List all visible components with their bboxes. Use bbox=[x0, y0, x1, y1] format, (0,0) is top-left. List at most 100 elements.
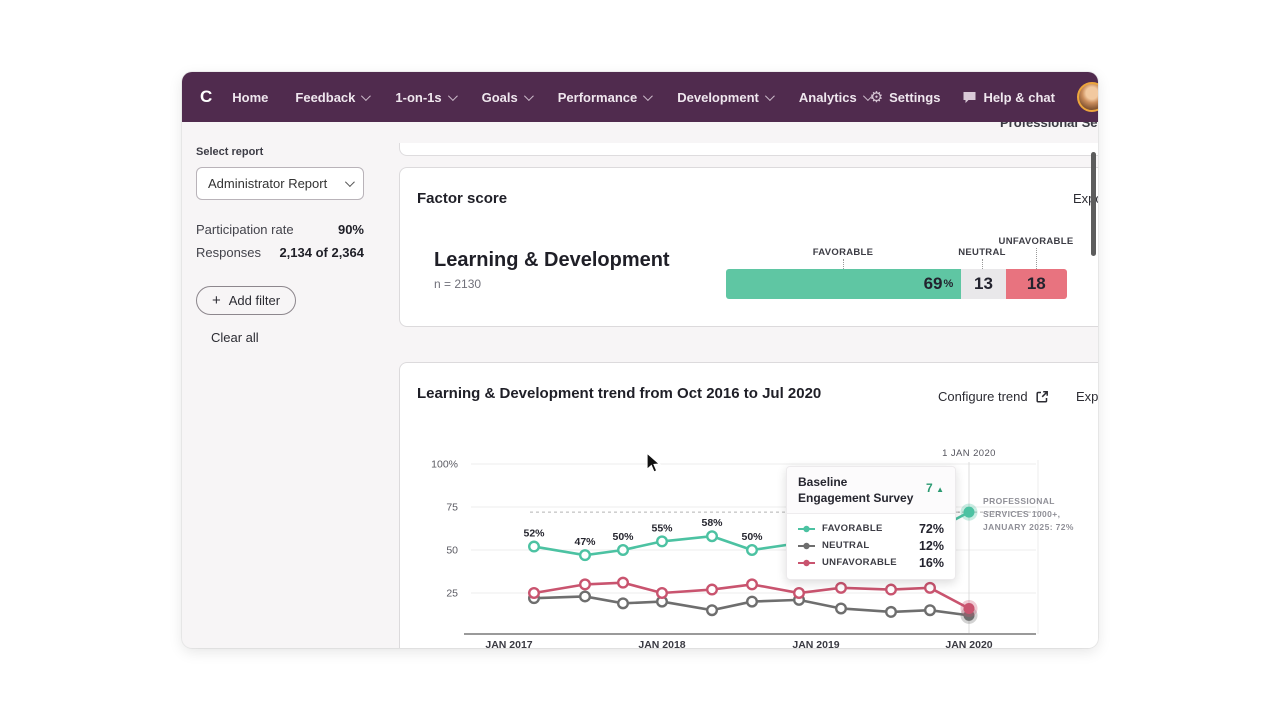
favorable-connector-line bbox=[843, 259, 844, 269]
chevron-down-icon bbox=[345, 177, 355, 187]
series-marker-icon bbox=[798, 525, 815, 533]
tooltip-row-neutral: NEUTRAL12% bbox=[798, 537, 944, 554]
mouse-cursor-icon bbox=[646, 452, 662, 474]
report-sidebar: Select report Administrator Report Parti… bbox=[182, 122, 398, 648]
nav-item-label: Performance bbox=[558, 90, 637, 105]
plus-icon: + bbox=[212, 293, 221, 308]
tooltip-rows: FAVORABLE72%NEUTRAL12%UNFAVORABLE16% bbox=[787, 514, 955, 579]
neutral-connector-line bbox=[982, 259, 983, 269]
chevron-down-icon bbox=[643, 91, 653, 101]
add-filter-button[interactable]: + Add filter bbox=[196, 286, 296, 315]
settings-label: Settings bbox=[889, 90, 940, 105]
svg-text:JAN 2018: JAN 2018 bbox=[638, 639, 685, 648]
nav-item-label: Goals bbox=[482, 90, 518, 105]
nav-item-goals[interactable]: Goals bbox=[482, 90, 531, 105]
favorable-percent-sign: % bbox=[944, 278, 954, 290]
neutral-segment-label: NEUTRAL bbox=[958, 247, 1006, 258]
chevron-down-icon bbox=[524, 91, 534, 101]
participation-rate-row: Participation rate 90% bbox=[196, 222, 364, 237]
favorable-value: 69 bbox=[924, 274, 943, 294]
svg-text:25: 25 bbox=[446, 588, 458, 600]
scrolled-card-edge bbox=[399, 143, 1098, 156]
select-report-label: Select report bbox=[196, 146, 384, 158]
neutral-value: 13 bbox=[974, 274, 993, 294]
tooltip-header: Baseline Engagement Survey 7 ▲ bbox=[787, 467, 955, 514]
tooltip-series-value: 12% bbox=[919, 539, 944, 553]
favorable-segment-label: FAVORABLE bbox=[813, 247, 874, 258]
trend-chart[interactable]: 100%7550251 JAN 2020JAN 2017JAN 2018JAN … bbox=[430, 446, 1090, 648]
svg-text:75: 75 bbox=[446, 502, 458, 514]
unfavorable-bar-segment[interactable]: 18 bbox=[1006, 269, 1067, 299]
add-filter-label: Add filter bbox=[229, 293, 280, 308]
nav-item-analytics[interactable]: Analytics bbox=[799, 90, 870, 105]
top-navbar: C Home Feedback 1-on-1s Goals Performance Dev… bbox=[182, 72, 1098, 122]
help-chat-menu-item[interactable]: Help & chat bbox=[962, 90, 1055, 105]
nav-item-label: Development bbox=[677, 90, 759, 105]
report-stats: Participation rate 90% Responses 2,134 o… bbox=[196, 222, 384, 260]
chevron-down-icon bbox=[361, 91, 371, 101]
content-area: Select report Administrator Report Parti… bbox=[182, 122, 1098, 648]
tooltip-title: Baseline Engagement Survey bbox=[798, 475, 916, 506]
unfavorable-segment-label: UNFAVORABLE bbox=[999, 236, 1074, 247]
tooltip-series-label: UNFAVORABLE bbox=[822, 557, 919, 568]
tooltip-series-label: NEUTRAL bbox=[822, 540, 919, 551]
nav-item-label: Feedback bbox=[295, 90, 355, 105]
nav-item-label: Home bbox=[232, 90, 268, 105]
clear-all-link[interactable]: Clear all bbox=[211, 330, 259, 345]
factor-score-bar: 69% 13 18 bbox=[726, 269, 1067, 299]
svg-text:JAN 2017: JAN 2017 bbox=[485, 639, 532, 648]
neutral-bar-segment[interactable]: 13 bbox=[961, 269, 1005, 299]
factor-card-title: Factor score bbox=[417, 190, 507, 207]
svg-text:50: 50 bbox=[446, 545, 458, 557]
chevron-down-icon bbox=[765, 91, 775, 101]
factor-score-card: Factor score Export Learning & Developme… bbox=[399, 167, 1098, 327]
trend-card-title: Learning & Development trend from Oct 20… bbox=[417, 385, 821, 402]
svg-text:58%: 58% bbox=[701, 517, 723, 529]
tooltip-row-favorable: FAVORABLE72% bbox=[798, 520, 944, 537]
configure-trend-label: Configure trend bbox=[938, 389, 1028, 404]
chart-tooltip: Baseline Engagement Survey 7 ▲ FAVORABLE… bbox=[786, 466, 956, 580]
nav-item-performance[interactable]: Performance bbox=[558, 90, 650, 105]
series-marker-icon bbox=[798, 559, 815, 567]
participation-rate-label: Participation rate bbox=[196, 222, 294, 237]
nav-item-home[interactable]: Home bbox=[232, 90, 268, 105]
chat-bubble-icon bbox=[962, 91, 977, 104]
settings-menu-item[interactable]: ⚙ Settings bbox=[870, 90, 941, 105]
configure-trend-link[interactable]: Configure trend bbox=[938, 389, 1049, 404]
user-avatar[interactable] bbox=[1077, 82, 1098, 112]
vertical-scrollbar-thumb[interactable] bbox=[1091, 152, 1096, 256]
tooltip-row-unfavorable: UNFAVORABLE16% bbox=[798, 554, 944, 571]
svg-text:52%: 52% bbox=[523, 528, 545, 540]
nav-item-1-on-1s[interactable]: 1-on-1s bbox=[395, 90, 454, 105]
factor-name: Learning & Development bbox=[434, 249, 670, 272]
delta-up-icon: ▲ bbox=[936, 485, 944, 494]
series-marker-icon bbox=[798, 542, 815, 550]
svg-text:JAN 2020: JAN 2020 bbox=[945, 639, 992, 648]
svg-text:50%: 50% bbox=[741, 531, 763, 543]
nav-item-feedback[interactable]: Feedback bbox=[295, 90, 368, 105]
brand-logo-icon[interactable]: C bbox=[200, 86, 212, 108]
tooltip-series-label: FAVORABLE bbox=[822, 523, 919, 534]
nav-items: Home Feedback 1-on-1s Goals Performance Devel… bbox=[232, 90, 869, 105]
benchmark-annotation: PROFESSIONALSERVICES 1000+,JANUARY 2025:… bbox=[983, 495, 1091, 535]
responses-label: Responses bbox=[196, 245, 261, 260]
tooltip-series-value: 16% bbox=[919, 556, 944, 570]
trend-export-link[interactable]: Export bbox=[1076, 389, 1098, 404]
external-link-icon bbox=[1035, 390, 1049, 404]
svg-text:55%: 55% bbox=[651, 522, 673, 534]
unfavorable-value: 18 bbox=[1027, 274, 1046, 294]
svg-text:100%: 100% bbox=[431, 459, 458, 471]
nav-item-label: Analytics bbox=[799, 90, 857, 105]
tooltip-delta: 7 ▲ bbox=[926, 481, 944, 495]
responses-row: Responses 2,134 of 2,364 bbox=[196, 245, 364, 260]
tooltip-delta-value: 7 bbox=[926, 481, 933, 495]
help-chat-label: Help & chat bbox=[983, 90, 1055, 105]
nav-item-label: 1-on-1s bbox=[395, 90, 441, 105]
report-select-dropdown[interactable]: Administrator Report bbox=[196, 167, 364, 200]
trend-card: Learning & Development trend from Oct 20… bbox=[399, 362, 1098, 648]
chevron-down-icon bbox=[448, 91, 458, 101]
tooltip-series-value: 72% bbox=[919, 522, 944, 536]
unfavorable-connector-line bbox=[1036, 248, 1037, 269]
favorable-bar-segment[interactable]: 69% bbox=[726, 269, 961, 299]
nav-item-development[interactable]: Development bbox=[677, 90, 772, 105]
